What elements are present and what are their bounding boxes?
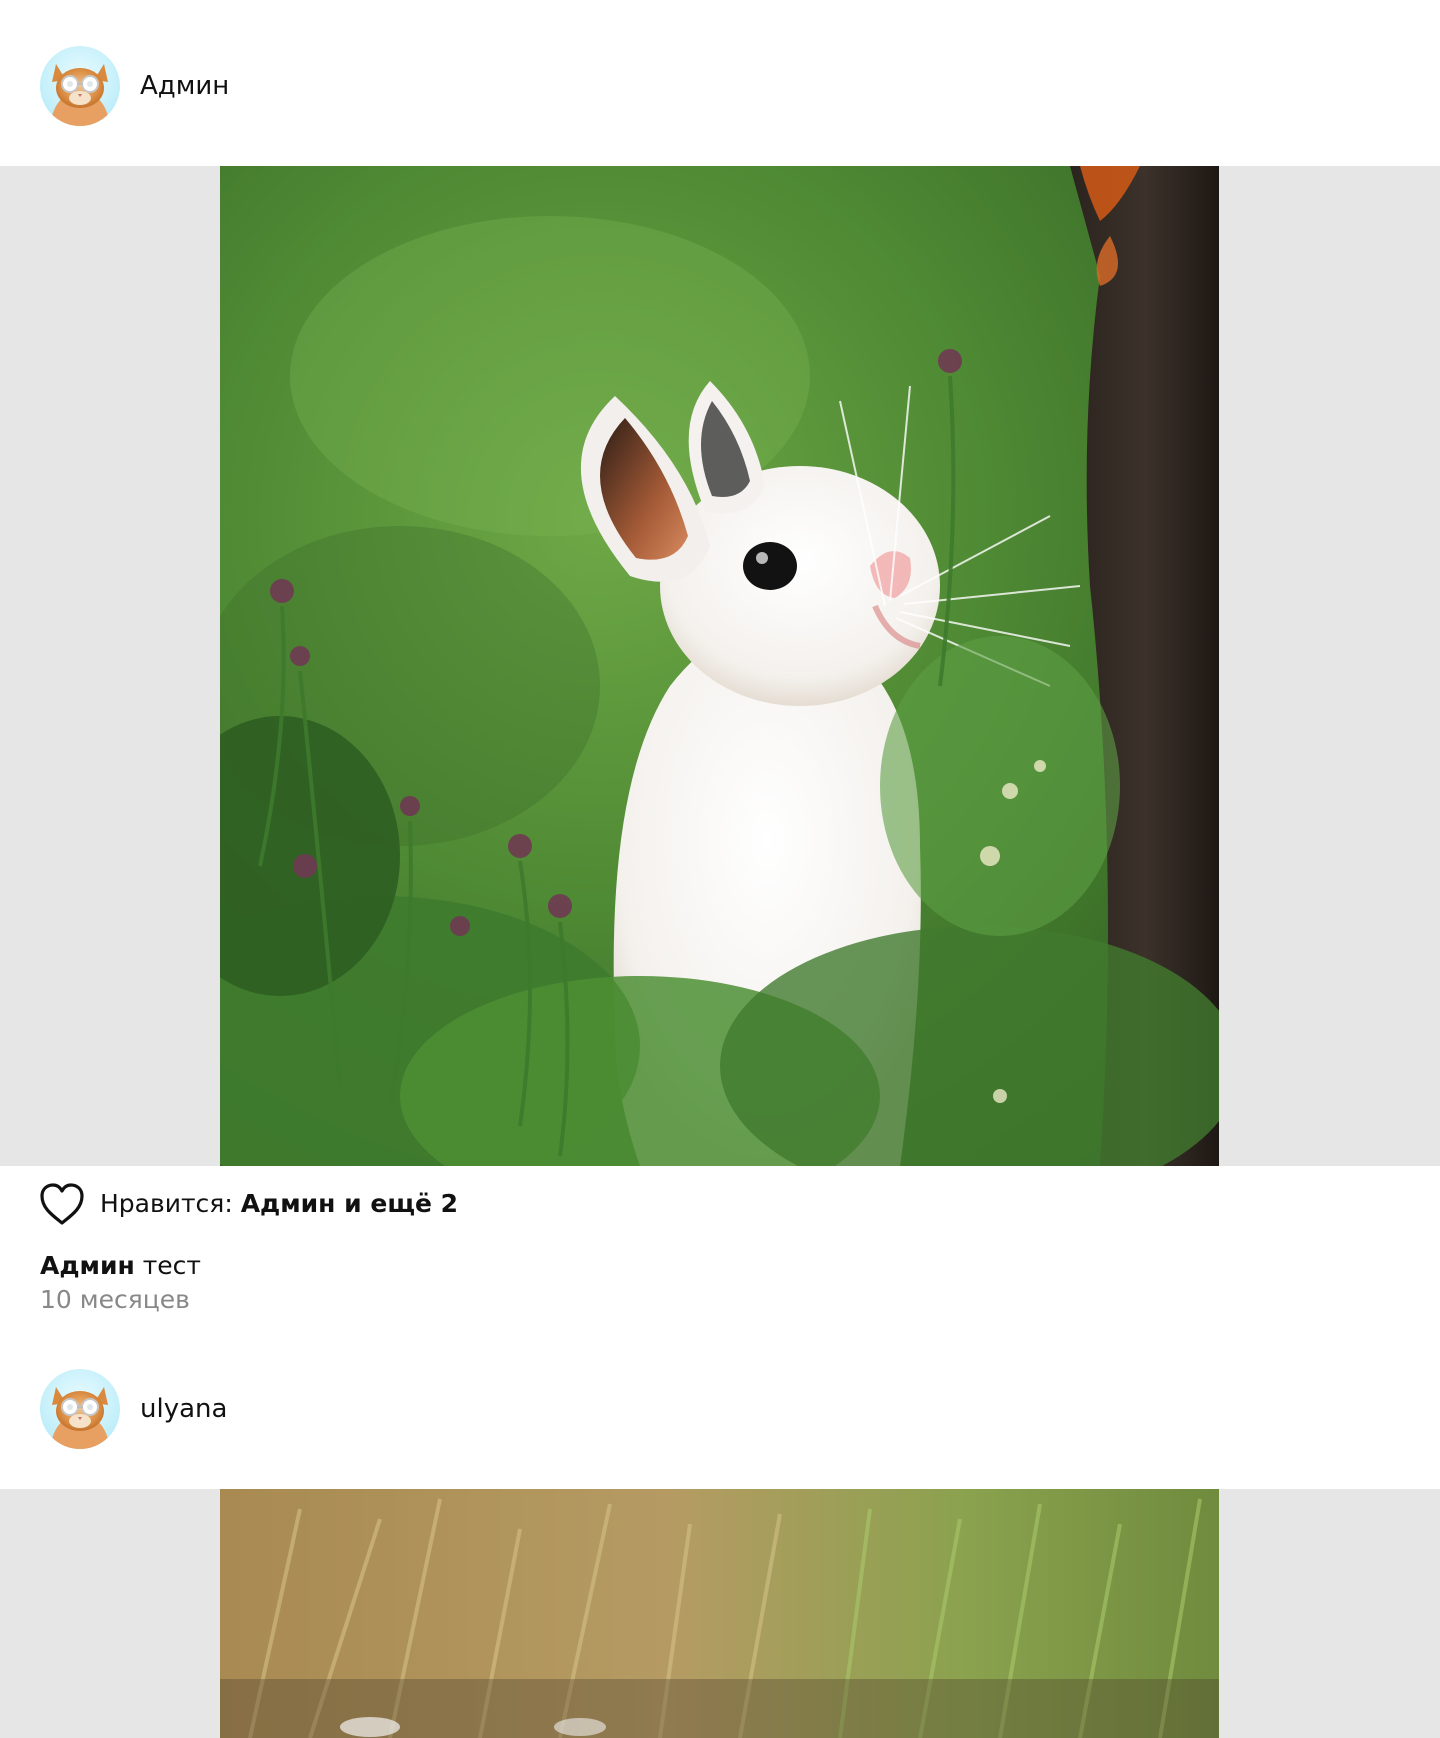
post-time: 10 месяцев: [40, 1285, 190, 1314]
cat-avatar-icon: [50, 1387, 110, 1449]
post-media: [0, 1489, 1440, 1738]
like-button[interactable]: [38, 1182, 86, 1226]
author-username[interactable]: Админ: [140, 70, 229, 102]
post-caption: Админ тест: [40, 1250, 201, 1282]
likes-names[interactable]: Админ и ещё 2: [241, 1189, 458, 1218]
post-actions: Нравится: Админ и ещё 2 Админ тест 10 ме…: [0, 1166, 1440, 1316]
post-header: Админ: [0, 0, 1440, 166]
caption-text: тест: [134, 1251, 201, 1280]
author-username[interactable]: ulyana: [140, 1393, 227, 1425]
grass-photo: [220, 1489, 1219, 1738]
caption-author[interactable]: Админ: [40, 1251, 135, 1280]
user-avatar[interactable]: [40, 1369, 120, 1449]
likes-summary[interactable]: Нравится: Админ и ещё 2: [100, 1188, 458, 1220]
bunny-photo: [220, 166, 1219, 1166]
heart-outline-icon: [40, 1183, 84, 1225]
cat-avatar-icon: [50, 64, 110, 126]
post-media: [0, 166, 1440, 1166]
post-header: ulyana: [0, 1323, 1440, 1489]
likes-prefix: Нравится:: [100, 1189, 241, 1218]
post-feed: ,: [0, 0, 1440, 1738]
post-image[interactable]: [220, 1489, 1219, 1738]
user-avatar[interactable]: [40, 46, 120, 126]
post-image[interactable]: [220, 166, 1219, 1166]
